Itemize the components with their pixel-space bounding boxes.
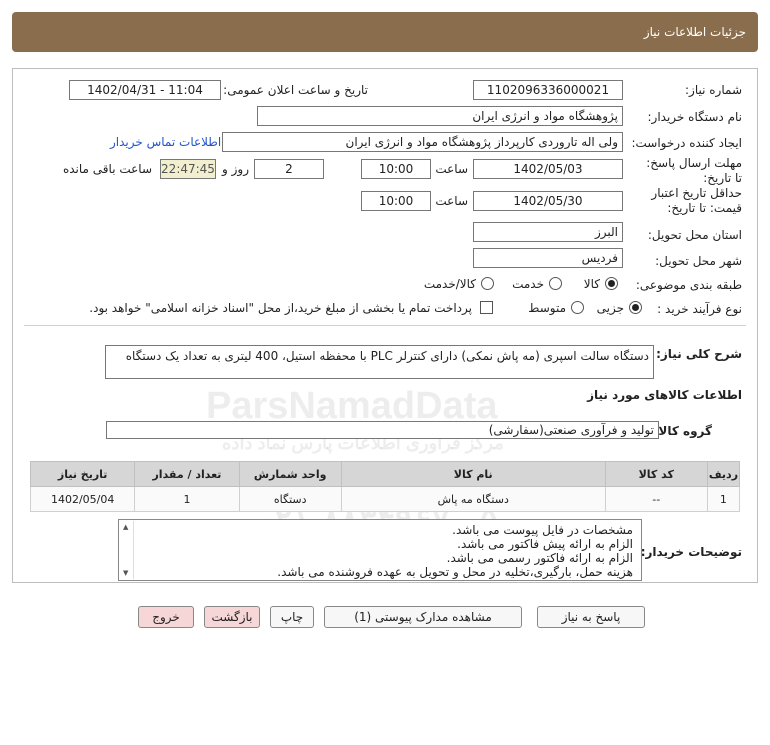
province-field: البرز	[473, 222, 623, 242]
note-line: هزینه حمل، بارگیری،تخلیه در محل و تحویل …	[277, 565, 633, 579]
category-radio-service[interactable]	[549, 277, 562, 290]
scroll-up-icon[interactable]: ▲	[123, 523, 128, 531]
buyer-field: پژوهشگاه مواد و انرژی ایران	[257, 106, 623, 126]
deadline-time-field: 10:00	[361, 159, 431, 179]
cell-need-date: 1402/05/04	[29, 486, 136, 512]
back-button[interactable]: بازگشت	[204, 606, 260, 628]
note-line: الزام به ارائه پیش فاکتور می باشد.	[457, 537, 633, 551]
cell-item-name: دستگاه مه پاش	[340, 486, 606, 512]
purchase-type-label: نوع فرآیند خرید :	[657, 302, 742, 316]
validity-date-field: 1402/05/30	[473, 191, 623, 211]
buyer-notes-label: توضیحات خریدار:	[640, 545, 742, 559]
city-field: فردیس	[473, 248, 623, 268]
table-row: 1 -- دستگاه مه پاش دستگاه 1 1402/05/04	[29, 486, 741, 512]
purchase-option-partial: جزیی	[596, 301, 624, 315]
goods-group-label: گروه کالا:	[653, 424, 712, 438]
need-number-field: 1102096336000021	[473, 80, 623, 100]
attachments-button[interactable]: مشاهده مدارک پیوستی (1)	[324, 606, 522, 628]
treasury-text: پرداخت تمام یا بخشی از مبلغ خرید،از محل …	[89, 301, 472, 315]
notes-scrollbar[interactable]: ▲ ▼	[120, 521, 134, 579]
city-label: شهر محل تحویل:	[655, 254, 742, 268]
table-header-row: ردیف کد کالا نام کالا واحد شمارش تعداد /…	[29, 461, 741, 487]
deadline-days-label: روز و	[222, 162, 249, 176]
validity-label-line2: قیمت: تا تاریخ:	[667, 201, 742, 215]
remaining-time-field: 22:47:45	[160, 159, 216, 179]
col-quantity: تعداد / مقدار	[134, 461, 240, 487]
creator-label: ایجاد کننده درخواست:	[631, 136, 742, 150]
deadline-days-field: 2	[254, 159, 324, 179]
category-radio-goods-service[interactable]	[481, 277, 494, 290]
print-button[interactable]: چاپ	[270, 606, 314, 628]
province-label: استان محل تحویل:	[647, 228, 742, 242]
buyer-label: نام دستگاه خریدار:	[647, 110, 743, 124]
col-need-date: تاریخ نیاز	[29, 461, 136, 487]
page-header: جزئیات اطلاعات نیاز	[12, 12, 758, 52]
validity-time-label: ساعت	[435, 194, 468, 208]
creator-field: ولی اله تاروردی کارپرداز پژوهشگاه مواد و…	[222, 132, 623, 152]
need-number-label: شماره نیاز:	[685, 83, 742, 97]
category-option-goods: کالا	[583, 277, 600, 291]
deadline-label: مهلت ارسال پاسخ: تا تاریخ:	[646, 156, 742, 185]
purchase-option-medium: متوسط	[528, 301, 566, 315]
validity-label-line1: حداقل تاریخ اعتبار	[651, 186, 742, 200]
treasury-checkbox[interactable]	[480, 301, 493, 314]
scroll-down-icon[interactable]: ▼	[123, 569, 128, 577]
description-field: دستگاه سالت اسپری (مه پاش نمکی) دارای کن…	[105, 345, 654, 379]
note-line: الزام به ارائه فاکتور رسمی می باشد.	[446, 551, 633, 565]
page-title: جزئیات اطلاعات نیاز	[643, 25, 746, 39]
description-label: شرح کلی نیاز:	[656, 347, 742, 361]
goods-info-title: اطلاعات کالاهای مورد نیاز	[587, 388, 742, 402]
announce-label: تاریخ و ساعت اعلان عمومی:	[223, 83, 368, 97]
purchase-radio-medium[interactable]	[571, 301, 584, 314]
purchase-radio-partial[interactable]	[629, 301, 642, 314]
deadline-date-field: 1402/05/03	[473, 159, 623, 179]
category-label: طبقه بندی موضوعی:	[635, 278, 742, 292]
col-item-name: نام کالا	[340, 461, 606, 487]
cell-item-code: --	[604, 486, 708, 512]
buyer-notes-box[interactable]: مشخصات در فایل پیوست می باشد. الزام به ا…	[118, 519, 642, 581]
col-row-number: ردیف	[706, 461, 741, 487]
separator	[24, 325, 746, 326]
note-line: مشخصات در فایل پیوست می باشد.	[452, 523, 633, 537]
category-radio-goods[interactable]	[605, 277, 618, 290]
items-table: ردیف کد کالا نام کالا واحد شمارش تعداد /…	[29, 461, 741, 512]
remaining-time-label: ساعت باقی مانده	[62, 162, 152, 176]
cell-row-number: 1	[706, 486, 741, 512]
reply-button[interactable]: پاسخ به نیاز	[537, 606, 645, 628]
announce-field: 1402/04/31 - 11:04	[69, 80, 221, 100]
deadline-time-label: ساعت	[435, 162, 468, 176]
category-option-service: خدمت	[512, 277, 544, 291]
goods-group-field: تولید و فرآوری صنعتی(سفارشی)	[106, 421, 659, 439]
category-option-goods-service: کالا/خدمت	[423, 277, 476, 291]
buyer-contact-link[interactable]: اطلاعات تماس خریدار	[110, 135, 221, 149]
cell-quantity: 1	[134, 486, 240, 512]
col-item-code: کد کالا	[604, 461, 708, 487]
col-unit: واحد شمارش	[238, 461, 342, 487]
cell-unit: دستگاه	[238, 486, 342, 512]
validity-time-field: 10:00	[361, 191, 431, 211]
exit-button[interactable]: خروج	[138, 606, 194, 628]
